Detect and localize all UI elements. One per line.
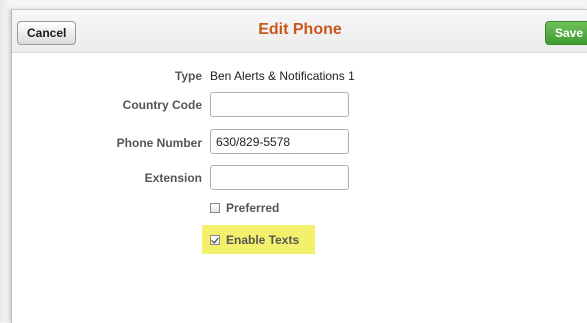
type-value: Ben Alerts & Notifications 1: [210, 69, 355, 83]
dialog-title: Edit Phone: [258, 21, 342, 38]
type-label: Type: [174, 69, 202, 83]
dialog-header: Cancel Edit Phone Save: [12, 10, 587, 53]
edit-phone-dialog: Cancel Edit Phone Save Type Ben Alerts &…: [11, 9, 587, 323]
preferred-checkbox[interactable]: [210, 203, 220, 213]
save-button[interactable]: Save: [545, 21, 587, 45]
enable-texts-checkbox-row[interactable]: Enable Texts: [210, 233, 299, 247]
preferred-checkbox-row[interactable]: Preferred: [210, 201, 279, 215]
extension-label: Extension: [144, 171, 202, 185]
enable-texts-label: Enable Texts: [226, 233, 300, 247]
phone-number-input[interactable]: [210, 129, 349, 154]
preferred-label: Preferred: [226, 201, 280, 215]
background-edge: [0, 0, 11, 322]
extension-input[interactable]: [210, 165, 349, 190]
country-code-input[interactable]: [210, 92, 349, 117]
country-code-label: Country Code: [122, 98, 202, 112]
enable-texts-checkbox[interactable]: [210, 235, 220, 245]
phone-number-label: Phone Number: [116, 136, 202, 150]
